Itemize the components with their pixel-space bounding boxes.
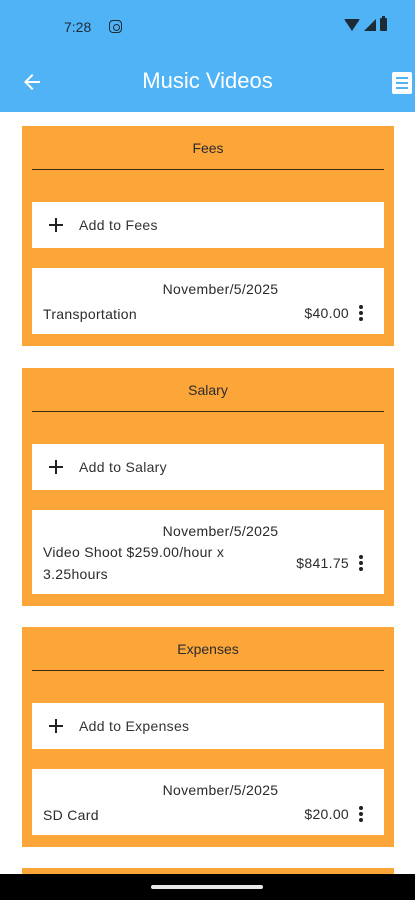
- fees-section: Fees Add to Fees November/5/2025 Transpo…: [22, 126, 394, 346]
- status-icons: [344, 16, 387, 31]
- section-title: Fees: [192, 140, 224, 156]
- list-item[interactable]: November/5/2025 Video Shoot $259.00/hour…: [32, 510, 384, 594]
- entry-description: Video Shoot $259.00/hour x 3.25hours: [43, 544, 225, 582]
- signal-icon: [364, 18, 376, 31]
- battery-icon: [380, 16, 387, 31]
- expenses-section: Expenses Add to Expenses November/5/2025…: [22, 627, 394, 847]
- plus-icon: [49, 460, 63, 474]
- plus-icon: [49, 719, 63, 733]
- entry-amount: $20.00: [304, 806, 349, 822]
- section-title: Expenses: [177, 641, 239, 657]
- entry-description: Transportation: [43, 306, 137, 322]
- add-label: Add to Expenses: [79, 718, 190, 734]
- list-item[interactable]: November/5/2025 SD Card $20.00: [32, 769, 384, 835]
- entry-description: SD Card: [43, 807, 99, 823]
- page-title: Music Videos: [142, 68, 273, 93]
- instagram-notification-icon: [109, 20, 122, 33]
- list-item[interactable]: November/5/2025 Transportation $40.00: [32, 268, 384, 334]
- entry-date: November/5/2025: [162, 281, 279, 297]
- add-to-fees-button[interactable]: Add to Fees: [32, 202, 384, 248]
- divider: [32, 411, 384, 412]
- wifi-icon: [344, 18, 360, 31]
- entry-amount: $841.75: [296, 555, 349, 571]
- more-options-icon[interactable]: [359, 305, 363, 321]
- add-label: Add to Salary: [79, 459, 167, 475]
- add-label: Add to Fees: [79, 217, 158, 233]
- status-time: 7:28: [64, 19, 92, 35]
- navigation-bar: [0, 874, 415, 900]
- entry-date: November/5/2025: [162, 523, 279, 539]
- entry-date: November/5/2025: [162, 782, 279, 798]
- app-bar: Music Videos: [0, 52, 415, 112]
- section-title: Salary: [188, 382, 228, 398]
- divider: [32, 670, 384, 671]
- home-gesture-handle[interactable]: [151, 885, 263, 889]
- status-bar: 7:28: [0, 0, 415, 52]
- more-options-icon[interactable]: [359, 806, 363, 822]
- more-options-icon[interactable]: [359, 555, 363, 571]
- add-to-expenses-button[interactable]: Add to Expenses: [32, 703, 384, 749]
- add-to-salary-button[interactable]: Add to Salary: [32, 444, 384, 490]
- entry-amount: $40.00: [304, 305, 349, 321]
- plus-icon: [49, 218, 63, 232]
- content-scroll[interactable]: Fees Add to Fees November/5/2025 Transpo…: [0, 112, 415, 874]
- list-menu-icon[interactable]: [392, 72, 412, 94]
- divider: [32, 169, 384, 170]
- salary-section: Salary Add to Salary November/5/2025 Vid…: [22, 368, 394, 606]
